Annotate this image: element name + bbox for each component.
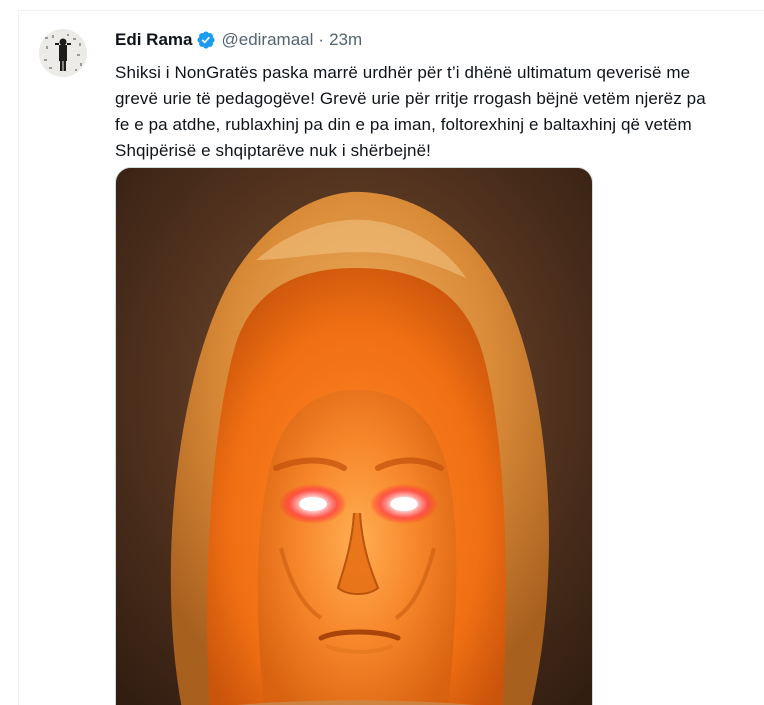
author-handle[interactable]: @ediramaal	[221, 30, 313, 50]
tweet-page: Edi Rama @ediramaal · 23m Shiksi i NonGr…	[0, 0, 764, 705]
tweet-text-line: Shiksi i NonGratës paska marrë urdhër pë…	[115, 63, 691, 82]
author-name[interactable]: Edi Rama	[115, 30, 192, 50]
verified-badge-icon	[196, 30, 216, 50]
tweet-text-line: grevë urie të pedagogëve! Grevë urie për…	[115, 89, 706, 108]
tweet-card[interactable]: Edi Rama @ediramaal · 23m Shiksi i NonGr…	[18, 10, 764, 705]
avatar[interactable]	[39, 29, 87, 77]
header-separator: ·	[318, 30, 325, 49]
tweet-text-line: fe e pa atdhe, rublaxhinj pa din e pa im…	[115, 115, 692, 134]
tweet-photo[interactable]	[115, 167, 593, 705]
tweet-text: Shiksi i NonGratës paska marrë urdhër pë…	[115, 60, 755, 164]
tweet-text-line: Shqipërisë e shqiptarëve nuk i shërbejnë…	[115, 141, 431, 160]
avatar-image	[39, 29, 87, 77]
tweet-header: Edi Rama @ediramaal · 23m	[115, 29, 362, 51]
top-strip	[0, 0, 764, 10]
timestamp[interactable]: 23m	[329, 30, 362, 50]
carved-pumpkin-image	[116, 168, 592, 705]
